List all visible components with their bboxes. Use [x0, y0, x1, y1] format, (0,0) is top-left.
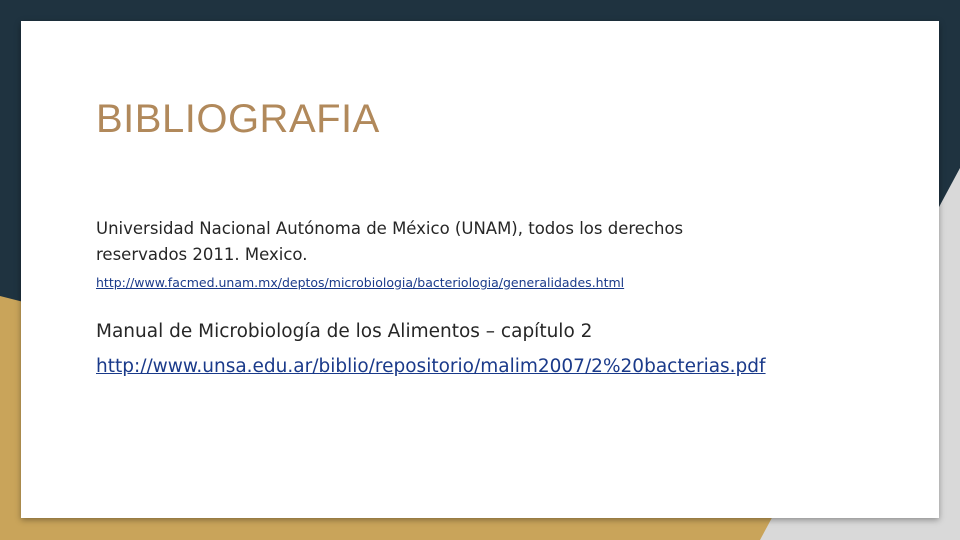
reference-1-line-2: reservados 2011. Mexico. — [96, 245, 308, 264]
slide-card: BIBLIOGRAFIA Universidad Nacional Autóno… — [21, 21, 939, 518]
reference-1-link[interactable]: http://www.facmed.unam.mx/deptos/microbi… — [96, 275, 624, 290]
reference-2-link[interactable]: http://www.unsa.edu.ar/biblio/repositori… — [96, 356, 766, 377]
reference-2-text: Manual de Microbiología de los Alimentos… — [96, 321, 593, 342]
reference-1-line-1: Universidad Nacional Autónoma de México … — [96, 219, 684, 238]
slide-title: BIBLIOGRAFIA — [96, 97, 380, 141]
